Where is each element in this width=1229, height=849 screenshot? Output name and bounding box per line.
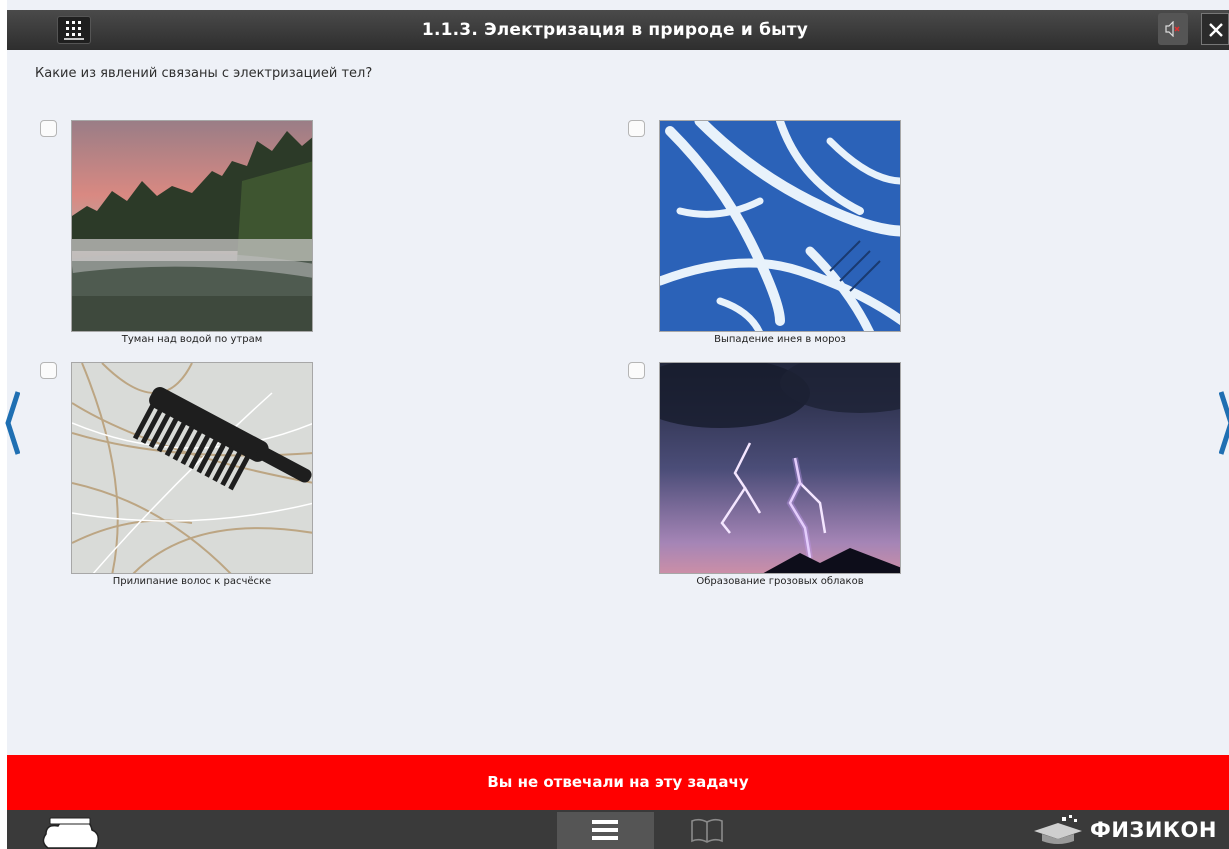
answer-caption: Туман над водой по утрам bbox=[121, 334, 263, 345]
grid-menu-icon bbox=[64, 21, 84, 40]
answer-caption: Выпадение инея в мороз bbox=[714, 334, 846, 345]
close-button[interactable] bbox=[1201, 13, 1229, 45]
answer-image-comb[interactable] bbox=[71, 362, 313, 574]
close-icon bbox=[1209, 23, 1223, 37]
page-title: 1.1.3. Электризация в природе и быту bbox=[421, 20, 809, 40]
answer-checkbox[interactable] bbox=[628, 120, 645, 137]
sound-muted-icon bbox=[1165, 21, 1180, 37]
list-view-button[interactable] bbox=[557, 812, 654, 849]
answer-image-lightning[interactable] bbox=[659, 362, 901, 574]
chevron-left-icon[interactable] bbox=[4, 390, 20, 456]
grid-menu-button[interactable] bbox=[57, 16, 91, 44]
status-banner: Вы не отвечали на эту задачу bbox=[7, 755, 1229, 810]
answer-caption: Образование грозовых облаков bbox=[696, 576, 864, 587]
sound-toggle-button[interactable] bbox=[1158, 13, 1188, 45]
cloud-logo[interactable] bbox=[40, 814, 102, 849]
physicon-logo-icon bbox=[1034, 815, 1082, 844]
question-text: Какие из явлений связаны с электризацией… bbox=[35, 66, 373, 81]
list-icon bbox=[592, 820, 618, 840]
book-icon[interactable] bbox=[690, 818, 724, 844]
chevron-right-icon[interactable] bbox=[1219, 390, 1229, 456]
answer-checkbox[interactable] bbox=[40, 362, 57, 379]
answer-checkbox[interactable] bbox=[628, 362, 645, 379]
answer-checkbox[interactable] bbox=[40, 120, 57, 137]
answer-image-frost[interactable] bbox=[659, 120, 901, 332]
brand-name: ФИЗИКОН bbox=[1090, 818, 1217, 842]
answer-image-fog[interactable] bbox=[71, 120, 313, 332]
answer-caption: Прилипание волос к расчёске bbox=[112, 576, 272, 587]
